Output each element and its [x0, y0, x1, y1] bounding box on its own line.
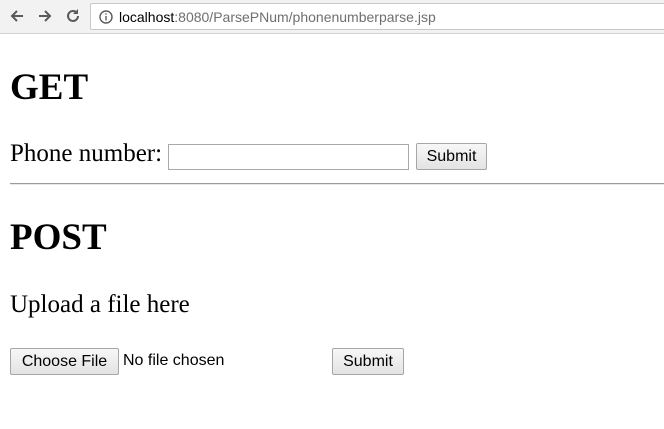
post-heading: POST [10, 217, 107, 258]
phone-number-input[interactable] [168, 144, 409, 170]
arrow-left-icon [10, 10, 23, 22]
forward-button[interactable] [35, 6, 55, 26]
back-button[interactable] [7, 6, 27, 26]
post-submit-button[interactable]: Submit [332, 348, 404, 375]
phone-number-label: Phone number: [10, 140, 163, 167]
choose-file-button[interactable]: Choose File [10, 348, 119, 375]
upload-instruction: Upload a file here [10, 291, 190, 318]
page-content: GET Phone number: Submit POST Upload a f… [0, 35, 664, 429]
url-text[interactable]: localhost:8080/ParsePNum/phonenumberpars… [119, 8, 436, 26]
reload-icon [67, 9, 79, 22]
file-status-text: No file chosen [123, 352, 225, 369]
address-bar[interactable]: localhost:8080/ParsePNum/phonenumberpars… [90, 3, 664, 30]
url-host: localhost [119, 9, 175, 25]
reload-button[interactable] [63, 6, 83, 26]
arrow-right-icon [39, 10, 52, 22]
url-path: :8080/ParsePNum/phonenumberparse.jsp [174, 9, 436, 25]
info-icon[interactable] [99, 10, 113, 24]
section-divider [10, 183, 664, 185]
get-heading: GET [10, 67, 89, 108]
browser-toolbar: localhost:8080/ParsePNum/phonenumberpars… [0, 0, 664, 34]
get-submit-button[interactable]: Submit [416, 143, 487, 170]
